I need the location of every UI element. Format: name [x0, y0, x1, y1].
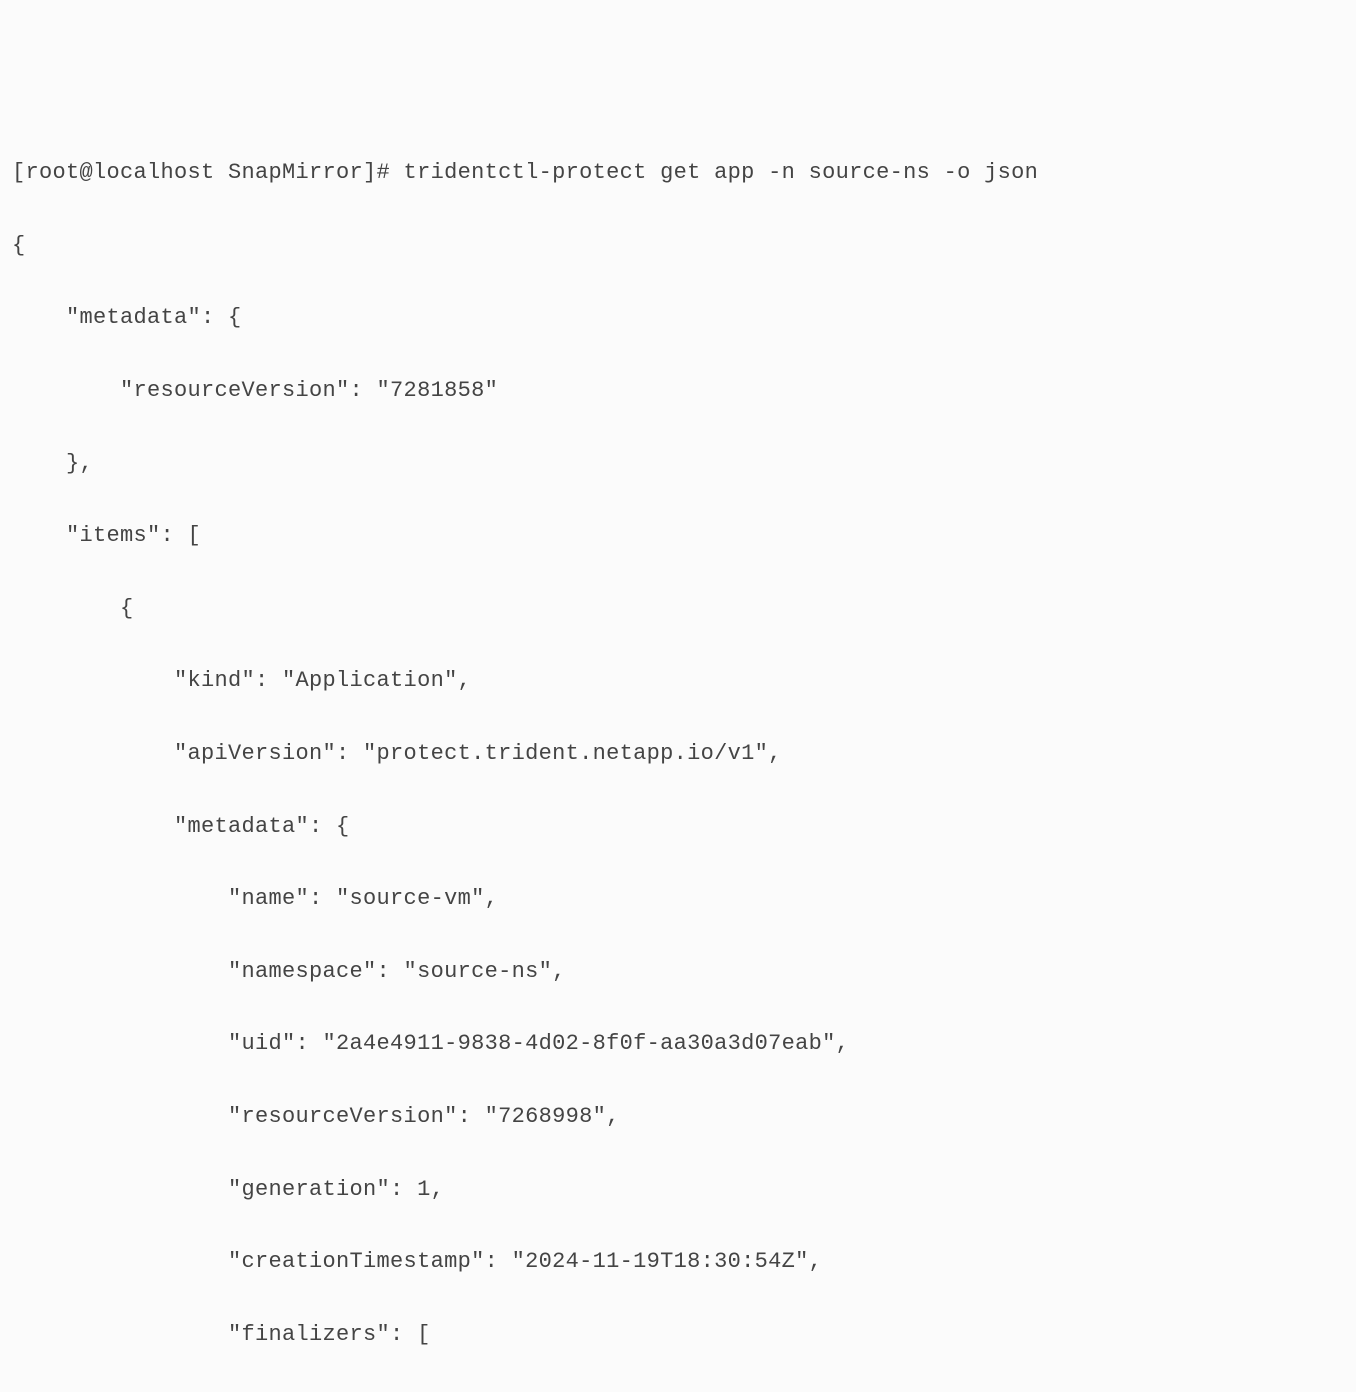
output-line: "metadata": {: [12, 809, 1344, 845]
output-line: {: [12, 228, 1344, 264]
output-line: "finalizers": [: [12, 1317, 1344, 1353]
output-line: "kind": "Application",: [12, 663, 1344, 699]
output-line: "apiVersion": "protect.trident.netapp.io…: [12, 736, 1344, 772]
output-line: "creationTimestamp": "2024-11-19T18:30:5…: [12, 1244, 1344, 1280]
output-line: "resourceVersion": "7281858": [12, 373, 1344, 409]
output-line: "generation": 1,: [12, 1172, 1344, 1208]
output-line: {: [12, 591, 1344, 627]
output-line: "metadata": {: [12, 300, 1344, 336]
output-line: "resourceVersion": "7268998",: [12, 1099, 1344, 1135]
output-line: "protect.trident.netapp.io/finalizer": [12, 1389, 1344, 1392]
command-prompt-line: [root@localhost SnapMirror]# tridentctl-…: [12, 155, 1344, 191]
output-line: "name": "source-vm",: [12, 881, 1344, 917]
output-line: "items": [: [12, 518, 1344, 554]
output-line: },: [12, 446, 1344, 482]
output-line: "namespace": "source-ns",: [12, 954, 1344, 990]
output-line: "uid": "2a4e4911-9838-4d02-8f0f-aa30a3d0…: [12, 1026, 1344, 1062]
